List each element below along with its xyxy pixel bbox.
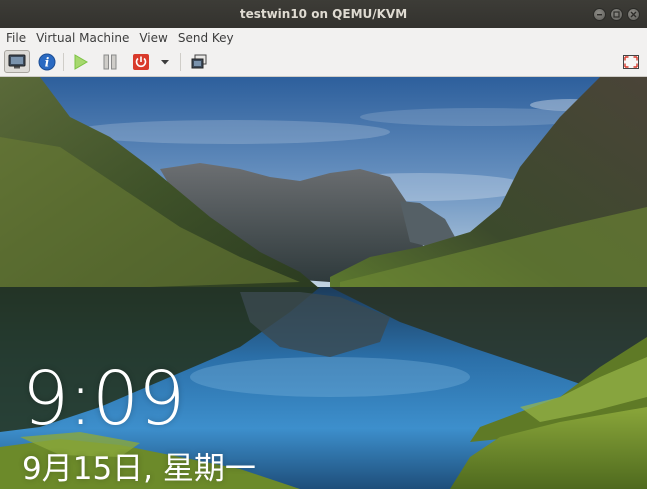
title-bar[interactable]: testwin10 on QEMU/KVM bbox=[0, 0, 647, 28]
info-icon: i bbox=[38, 53, 56, 70]
power-icon bbox=[133, 53, 149, 70]
svg-text:i: i bbox=[45, 55, 50, 69]
menu-bar: File Virtual Machine View Send Key bbox=[0, 28, 647, 49]
run-button[interactable] bbox=[67, 50, 93, 73]
maximize-icon[interactable] bbox=[610, 8, 623, 21]
fullscreen-button[interactable] bbox=[618, 50, 644, 73]
details-view-button[interactable]: i bbox=[34, 50, 60, 73]
monitor-icon bbox=[8, 54, 26, 68]
menu-virtual-machine[interactable]: Virtual Machine bbox=[31, 28, 134, 48]
lockscreen-clock: 9:09 bbox=[22, 356, 185, 442]
close-icon[interactable] bbox=[627, 8, 640, 21]
pause-icon bbox=[103, 54, 117, 69]
snapshots-button[interactable] bbox=[186, 50, 212, 73]
menu-view[interactable]: View bbox=[134, 28, 172, 48]
window-title: testwin10 on QEMU/KVM bbox=[239, 7, 408, 21]
vm-window: testwin10 on QEMU/KVM File Virtual Machi… bbox=[0, 0, 647, 489]
fullscreen-icon bbox=[623, 54, 639, 69]
menu-send-key[interactable]: Send Key bbox=[173, 28, 239, 48]
console-view-button[interactable] bbox=[4, 50, 30, 73]
guest-display[interactable]: 9:09 9月15日, 星期一 bbox=[0, 77, 647, 489]
window-controls bbox=[593, 8, 640, 21]
shutdown-menu-button[interactable] bbox=[156, 50, 174, 73]
screenshot-icon bbox=[191, 54, 207, 68]
lockscreen-date: 9月15日, 星期一 bbox=[22, 451, 256, 487]
play-icon bbox=[74, 53, 88, 70]
menu-file[interactable]: File bbox=[0, 28, 31, 48]
pause-button[interactable] bbox=[97, 50, 123, 73]
toolbar: i bbox=[0, 48, 647, 77]
minimize-icon[interactable] bbox=[593, 8, 606, 21]
shutdown-button[interactable] bbox=[128, 50, 154, 73]
chevron-down-icon bbox=[161, 59, 169, 64]
